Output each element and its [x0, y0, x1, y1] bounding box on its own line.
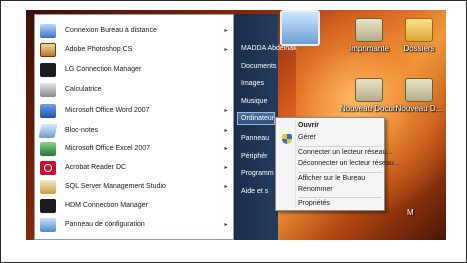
context-separator: [298, 197, 382, 198]
control-panel-icon: [40, 217, 56, 232]
user-picture[interactable]: [280, 10, 320, 46]
program-item-calculatrice[interactable]: Calculatrice: [37, 80, 231, 99]
program-item-sql-server[interactable]: SQL Server Management Studio ▸: [37, 177, 231, 196]
program-item-photoshop[interactable]: Adobe Photoshop CS ▸: [37, 40, 231, 59]
program-item-label: Connexion Bureau à distance: [65, 27, 157, 34]
context-menu: Ouvrir Gérer Connecter un lecteur réseau…: [275, 117, 400, 211]
context-menu-gutter: [295, 120, 296, 208]
context-item-renommer[interactable]: Renommer: [298, 186, 333, 193]
program-item-panneau-configuration[interactable]: Panneau de configuration ▸: [37, 215, 231, 234]
hdm-icon: [40, 198, 56, 213]
desktop-icon-dossiers[interactable]: Dossiers: [390, 18, 448, 53]
program-item-label: Acrobat Reader DC: [65, 164, 127, 171]
places-item-musique[interactable]: Musique: [241, 98, 267, 105]
program-item-label: HDM Connection Manager: [65, 202, 148, 209]
submenu-arrow-icon: ▸: [224, 128, 228, 134]
excel-icon: [40, 141, 56, 156]
places-item-user[interactable]: MADDA Abdelhak: [241, 45, 297, 52]
lg-icon: [40, 62, 56, 77]
desktop-icon-label: Nouveau D...: [395, 104, 443, 113]
places-item-documents[interactable]: Documents: [241, 63, 276, 70]
submenu-arrow-icon: ▸: [224, 146, 228, 152]
remote-desktop-icon: [40, 23, 56, 38]
shield-icon: [282, 134, 292, 144]
submenu-arrow-icon: ▸: [224, 165, 228, 171]
program-item-bloc-notes[interactable]: Bloc-notes ▸: [37, 121, 231, 140]
calculator-icon: [40, 82, 56, 97]
program-item-word[interactable]: Microsoft Office Word 2007 ▸: [37, 101, 231, 120]
places-item-aide[interactable]: Aide et s: [241, 188, 268, 195]
submenu-arrow-icon: ▸: [224, 28, 228, 34]
places-item-peripheriques[interactable]: Périphér: [241, 153, 267, 160]
word-icon: [40, 103, 56, 118]
desktop-edge-text: M: [407, 208, 414, 217]
places-item-panneau[interactable]: Panneau: [241, 135, 269, 142]
program-item-lg-connection[interactable]: LG Connection Manager: [37, 60, 231, 79]
submenu-arrow-icon: ▸: [224, 108, 228, 114]
program-item-label: Adobe Photoshop CS: [65, 46, 133, 53]
program-item-remote-desktop[interactable]: Connexion Bureau à distance ▸: [37, 21, 231, 40]
start-menu-places-pane: MADDA Abdelhak Documents Images Musique …: [234, 14, 297, 240]
submenu-arrow-icon: ▸: [224, 222, 228, 228]
places-item-programmes[interactable]: Programm: [241, 170, 274, 177]
program-item-label: Microsoft Office Word 2007: [65, 107, 150, 114]
context-item-proprietes[interactable]: Propriétés: [298, 200, 330, 207]
document-icon: [355, 78, 383, 102]
context-item-deconnecter-lecteur[interactable]: Déconnecter un lecteur réseau...: [298, 160, 400, 167]
notepad-icon: [38, 123, 58, 138]
program-item-label: LG Connection Manager: [65, 66, 142, 73]
context-separator: [298, 172, 382, 173]
context-item-afficher-bureau[interactable]: Afficher sur le Bureau: [298, 175, 365, 182]
desktop-icon-label: Dossiers: [403, 44, 435, 53]
program-item-label: Calculatrice: [65, 86, 102, 93]
sql-server-icon: [40, 179, 56, 194]
desktop-icon-nouveau-d[interactable]: Nouveau D...: [390, 78, 448, 113]
printer-icon: [355, 18, 383, 42]
submenu-arrow-icon: ▸: [224, 184, 228, 190]
context-item-ouvrir[interactable]: Ouvrir: [298, 122, 319, 129]
program-item-label: Bloc-notes: [65, 127, 99, 134]
program-item-acrobat[interactable]: Acrobat Reader DC ▸: [37, 158, 231, 177]
program-item-hdm-connection[interactable]: HDM Connection Manager: [37, 196, 231, 215]
photoshop-icon: [40, 42, 56, 57]
program-item-excel[interactable]: Microsoft Office Excel 2007 ▸: [37, 139, 231, 158]
context-separator: [298, 146, 382, 147]
places-item-ordinateur[interactable]: Ordinateur: [237, 112, 275, 125]
program-item-label: SQL Server Management Studio: [65, 183, 166, 190]
submenu-arrow-icon: ▸: [224, 47, 228, 53]
context-item-connecter-lecteur[interactable]: Connecter un lecteur réseau...: [298, 149, 392, 156]
document-icon: [405, 78, 433, 102]
start-menu-programs-pane: Connexion Bureau à distance ▸ Adobe Phot…: [34, 14, 234, 240]
context-item-gerer[interactable]: Gérer: [298, 134, 316, 141]
places-item-images[interactable]: Images: [241, 80, 264, 87]
program-item-label: Microsoft Office Excel 2007: [65, 145, 151, 152]
folder-icon: [405, 18, 433, 42]
program-item-label: Panneau de configuration: [65, 221, 145, 228]
acrobat-icon: [40, 160, 56, 175]
